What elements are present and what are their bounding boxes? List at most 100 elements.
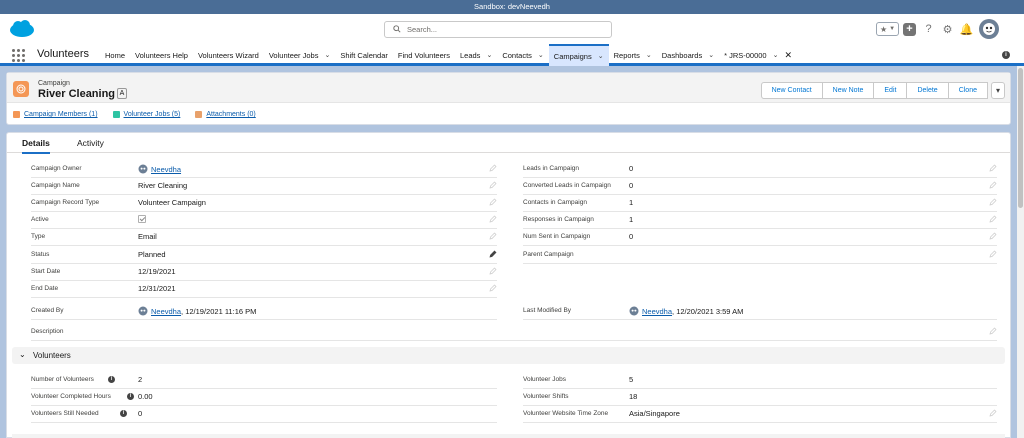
record-tabs: Details Activity — [7, 133, 1010, 154]
user-link[interactable]: Neevdha — [151, 307, 181, 316]
search-icon — [393, 25, 401, 33]
field-value-text: Planned — [138, 250, 166, 259]
close-icon[interactable]: ✕ — [784, 50, 792, 61]
field-row: Number of Volunteers i 2 — [31, 372, 497, 389]
nav-item-reports[interactable]: Reports ⌄ — [609, 44, 657, 66]
avatar[interactable] — [979, 19, 999, 39]
field-value-text: 0 — [138, 409, 143, 418]
chevron-down-icon[interactable]: ⌄ — [708, 51, 714, 59]
nav-items: Home Volunteers Help Volunteers Wizard Volu… — [100, 44, 797, 66]
chevron-down-icon[interactable]: ⌄ — [324, 51, 330, 59]
chevron-down-icon[interactable]: ⌄ — [486, 51, 492, 59]
favorites-button[interactable]: ★ ▼ — [876, 22, 899, 36]
edit-pencil-icon[interactable] — [489, 284, 497, 292]
field-row: Active — [31, 212, 497, 229]
field-value-text: Volunteer Campaign — [138, 198, 206, 207]
info-icon[interactable]: i — [127, 393, 134, 400]
field-row: Campaign Record Type Volunteer Campaign — [31, 195, 497, 212]
bell-icon[interactable]: 🔔 — [958, 21, 975, 38]
tab-activity[interactable]: Activity — [77, 138, 104, 148]
edit-pencil-icon[interactable] — [489, 215, 497, 223]
nav-item-find-volunteers[interactable]: Find Volunteers — [393, 44, 455, 66]
nav-item-home[interactable]: Home — [100, 44, 130, 66]
field-row: Last Modified By Neevdha, 12/20/2021 3:59… — [523, 303, 997, 320]
field-row: Parent Campaign — [523, 247, 997, 264]
salesforce-cloud-icon[interactable] — [9, 20, 35, 38]
info-icon[interactable]: i — [108, 376, 115, 383]
field-value[interactable]: Neevdha — [138, 164, 181, 174]
global-search[interactable]: Search... — [384, 21, 612, 38]
user-icon — [138, 306, 148, 316]
related-link[interactable]: Attachments (0) — [195, 111, 256, 118]
volunteers-section-header[interactable]: ⌄ Volunteers — [12, 347, 1005, 364]
related-link-label: Attachments (0) — [206, 111, 256, 118]
field-label: Volunteer Shifts — [523, 393, 569, 400]
edit-pencil-icon[interactable] — [989, 232, 997, 240]
nav-item-contacts[interactable]: Contacts ⌄ — [497, 44, 548, 66]
record-object-type: Campaign — [38, 80, 70, 87]
edit-pencil-icon[interactable] — [489, 232, 497, 240]
related-link[interactable]: Campaign Members (1) — [13, 111, 98, 118]
edit-pencil-icon[interactable] — [989, 409, 997, 417]
record-actions: New Contact New Note Edit Delete Clone ▾ — [760, 82, 1005, 99]
gear-icon[interactable]: ⚙ — [939, 21, 956, 38]
user-link[interactable]: Neevdha — [151, 165, 181, 174]
edit-button[interactable]: Edit — [873, 82, 908, 99]
new-contact-button[interactable]: New Contact — [760, 82, 823, 99]
field-label: Contacts in Campaign — [523, 199, 587, 206]
edit-pencil-icon[interactable] — [989, 215, 997, 223]
page-scrollbar[interactable] — [1017, 66, 1024, 438]
edit-pencil-icon[interactable] — [489, 250, 497, 258]
nav-item-jrs-00000[interactable]: * JRS-00000 ⌄ ✕ — [719, 44, 797, 66]
nav-item-leads[interactable]: Leads ⌄ — [455, 44, 497, 66]
edit-pencil-icon[interactable] — [989, 181, 997, 189]
chevron-down-icon[interactable]: ⌄ — [538, 51, 544, 59]
edit-pencil-icon[interactable] — [489, 164, 497, 172]
user-icon — [138, 164, 148, 174]
global-actions-button[interactable]: + — [901, 21, 918, 38]
edit-pencil-icon[interactable] — [489, 181, 497, 189]
edit-pencil-icon[interactable] — [989, 198, 997, 206]
nav-item-campaigns[interactable]: Campaigns ⌄ — [548, 44, 609, 66]
field-label: Campaign Record Type — [31, 199, 100, 206]
edit-pencil-icon[interactable] — [989, 250, 997, 258]
nav-item-shift-calendar[interactable]: Shift Calendar — [335, 44, 393, 66]
field-label: Number of Volunteers — [31, 376, 94, 383]
info-icon[interactable]: i — [1002, 51, 1010, 59]
nav-item-volunteer-jobs[interactable]: Volunteer Jobs ⌄ — [264, 44, 336, 66]
edit-pencil-icon[interactable] — [989, 164, 997, 172]
field-row: Responses in Campaign 1 — [523, 212, 997, 229]
app-launcher-icon[interactable] — [12, 49, 25, 62]
user-link[interactable]: Neevdha — [642, 307, 672, 316]
record-flag[interactable]: A — [117, 88, 127, 99]
field-row: Converted Leads in Campaign 0 — [523, 178, 997, 195]
clone-button[interactable]: Clone — [947, 82, 988, 99]
field-row: End Date 12/31/2021 — [31, 281, 497, 298]
edit-pencil-icon[interactable] — [989, 327, 997, 335]
new-note-button[interactable]: New Note — [821, 82, 875, 99]
field-row: Campaign Owner Neevdha — [31, 161, 497, 178]
info-icon[interactable]: i — [120, 410, 127, 417]
nav-item-dashboards[interactable]: Dashboards ⌄ — [657, 44, 719, 66]
chevron-down-icon[interactable]: ⌄ — [773, 51, 779, 59]
field-value-text: 12/31/2021 — [138, 284, 176, 293]
field-row: Volunteer Completed Hours i 0.00 — [31, 389, 497, 406]
related-link-label: Volunteer Jobs (5) — [123, 111, 181, 118]
tab-details[interactable]: Details — [22, 138, 50, 154]
field-value-text: , 12/20/2021 3:59 AM — [672, 306, 744, 316]
chevron-down-icon[interactable]: ⌄ — [598, 52, 604, 60]
chevron-down-icon[interactable]: ⌄ — [646, 51, 652, 59]
nav-item-volunteers-help[interactable]: Volunteers Help — [130, 44, 193, 66]
more-actions-button[interactable]: ▾ — [990, 82, 1005, 99]
related-link[interactable]: Volunteer Jobs (5) — [112, 111, 181, 118]
delete-button[interactable]: Delete — [906, 82, 949, 99]
field-value: 0 — [629, 181, 633, 190]
field-label: Created By — [31, 307, 64, 314]
edit-pencil-icon[interactable] — [489, 198, 497, 206]
help-icon[interactable]: ? — [920, 21, 937, 38]
edit-pencil-icon[interactable] — [489, 267, 497, 275]
field-value[interactable]: Neevdha, 12/19/2021 11:16 PM — [138, 306, 256, 316]
field-value[interactable]: Neevdha, 12/20/2021 3:59 AM — [629, 306, 743, 316]
field-row: Contacts in Campaign 1 — [523, 195, 997, 212]
nav-item-volunteers-wizard[interactable]: Volunteers Wizard — [193, 44, 264, 66]
